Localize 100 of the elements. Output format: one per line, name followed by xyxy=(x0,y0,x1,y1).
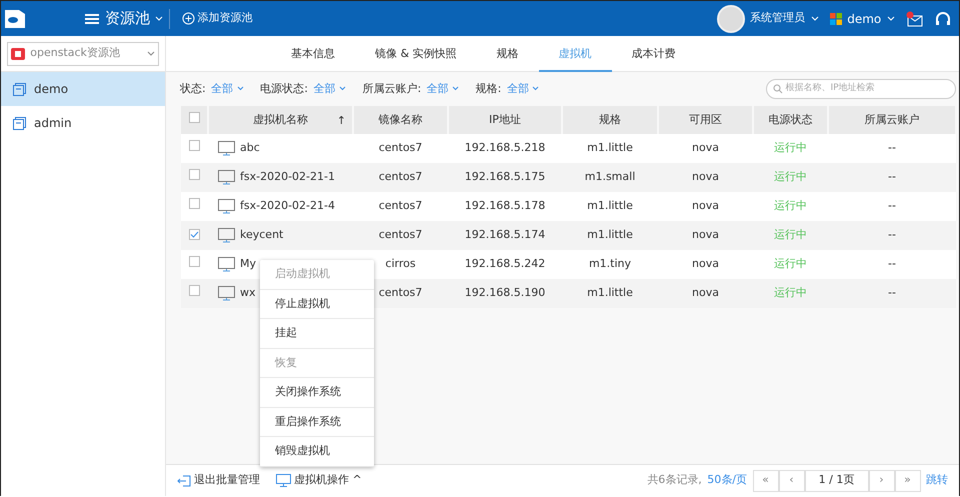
filter-label: 规格: xyxy=(476,80,502,97)
tab[interactable]: 规格 xyxy=(476,36,539,72)
column-header: 可用区 xyxy=(689,112,722,126)
table-cell: centos7 xyxy=(378,199,422,212)
row-checkbox[interactable] xyxy=(189,229,200,240)
table-cell: -- xyxy=(888,199,896,212)
row-checkbox[interactable] xyxy=(189,140,200,152)
monitor-icon xyxy=(276,474,292,487)
vm-name[interactable]: abc xyxy=(240,141,260,154)
pager-button[interactable]: » xyxy=(894,470,920,492)
tab[interactable]: 镜像 & 实例快照 xyxy=(355,36,477,72)
row-checkbox[interactable] xyxy=(189,198,200,210)
filter-label: 电源状态: xyxy=(260,80,308,97)
menu-item[interactable]: 重启操作系统 xyxy=(260,408,374,437)
caret-icon[interactable] xyxy=(886,16,895,22)
filter-label: 状态: xyxy=(180,80,206,97)
sidebar-item[interactable]: admin xyxy=(1,106,165,140)
header-title: 资源池 xyxy=(104,8,150,30)
table-cell: 192.168.5.174 xyxy=(464,228,546,242)
table-cell: m1.little xyxy=(587,228,633,242)
tab[interactable]: 成本计费 xyxy=(612,36,696,72)
record-count: 共6条记录, xyxy=(647,472,702,488)
caret-icon[interactable] xyxy=(155,16,164,22)
table-cell: m1.small xyxy=(584,170,636,184)
vm-name[interactable]: keycent xyxy=(240,228,284,242)
table-cell: -- xyxy=(888,170,896,184)
monitor-icon xyxy=(218,228,235,243)
table-cell: centos7 xyxy=(378,141,422,154)
table-cell: centos7 xyxy=(378,170,422,184)
table-cell: m1.little xyxy=(587,286,633,300)
pager-button[interactable]: ‹ xyxy=(778,470,804,492)
table-cell: 192.168.5.218 xyxy=(464,141,546,154)
monitor-icon xyxy=(218,256,235,272)
pool-select[interactable]: openstack资源池 xyxy=(7,42,159,66)
table-cell: centos7 xyxy=(378,228,422,242)
vm-name[interactable]: My xyxy=(240,257,256,270)
sidebar-item[interactable]: demo xyxy=(1,72,165,106)
column-header: IP地址 xyxy=(489,112,521,126)
exit-icon xyxy=(177,474,191,486)
caret-icon xyxy=(147,50,156,56)
table-cell: -- xyxy=(888,286,896,300)
menu-item[interactable]: 停止虚拟机 xyxy=(260,290,374,319)
vm-actions-button[interactable]: 虚拟机操作 ^ xyxy=(276,472,362,489)
menu-item[interactable]: 挂起 xyxy=(260,319,374,348)
power-status: 运行中 xyxy=(774,286,807,300)
row-checkbox[interactable] xyxy=(189,256,200,268)
table-cell: -- xyxy=(888,228,896,242)
table-cell: 192.168.5.175 xyxy=(464,170,546,184)
menu-item[interactable]: 关闭操作系统 xyxy=(260,378,374,408)
mail-icon[interactable] xyxy=(906,10,924,26)
caret-icon[interactable] xyxy=(810,16,819,22)
caret-icon xyxy=(452,86,460,92)
power-status: 运行中 xyxy=(774,141,807,154)
cloud-logo-icon xyxy=(10,48,25,60)
table-cell: m1.tiny xyxy=(588,257,632,270)
power-status: 运行中 xyxy=(774,257,807,270)
power-status: 运行中 xyxy=(774,170,807,184)
table-cell: nova xyxy=(692,141,719,154)
column-header: 镜像名称 xyxy=(378,112,422,126)
logo-icon xyxy=(4,8,28,30)
row-checkbox[interactable] xyxy=(189,169,200,180)
sort-icon[interactable]: ↑ xyxy=(336,113,346,130)
exit-batch-link[interactable]: 退出批量管理 xyxy=(177,472,260,489)
table-cell: -- xyxy=(888,257,896,270)
table-cell: m1.little xyxy=(587,199,633,212)
column-header: 规格 xyxy=(599,112,621,126)
table-cell: -- xyxy=(888,141,896,154)
caret-icon xyxy=(338,86,346,92)
caret-icon xyxy=(532,86,540,92)
table-cell: nova xyxy=(692,228,719,242)
user-name[interactable]: 系统管理员 xyxy=(750,10,806,27)
monitor-icon xyxy=(218,140,235,156)
table-cell: nova xyxy=(692,286,719,300)
pager-button[interactable]: « xyxy=(752,470,778,492)
caret-icon xyxy=(236,86,244,92)
vm-name[interactable]: wx xyxy=(240,286,256,300)
headset-icon[interactable] xyxy=(934,10,951,26)
table-cell: 192.168.5.190 xyxy=(464,286,546,300)
table-cell: m1.little xyxy=(587,141,633,154)
tab[interactable]: 基本信息 xyxy=(271,36,355,72)
avatar-icon[interactable] xyxy=(716,4,745,32)
monitor-icon xyxy=(218,198,235,214)
column-header: 所属云账户 xyxy=(864,112,920,126)
table-cell: nova xyxy=(692,199,719,212)
monitor-icon xyxy=(218,286,235,301)
table-cell: cirros xyxy=(385,257,416,270)
power-status: 运行中 xyxy=(774,199,807,212)
column-header: 虚拟机名称 xyxy=(253,112,308,126)
add-pool-button[interactable]: 添加资源池 xyxy=(180,9,254,28)
plus-circle-icon xyxy=(182,12,195,25)
menu-icon[interactable] xyxy=(85,12,100,24)
select-all-checkbox[interactable] xyxy=(188,112,200,123)
row-checkbox[interactable] xyxy=(189,285,200,296)
project-name[interactable]: demo xyxy=(847,10,882,28)
column-header: 电源状态 xyxy=(768,112,812,126)
table-cell: nova xyxy=(692,257,719,270)
tiles-icon xyxy=(830,12,842,24)
table-cell: 192.168.5.242 xyxy=(464,257,546,270)
filter-label: 所属云账户: xyxy=(362,80,422,97)
pager-button[interactable]: › xyxy=(868,470,894,492)
